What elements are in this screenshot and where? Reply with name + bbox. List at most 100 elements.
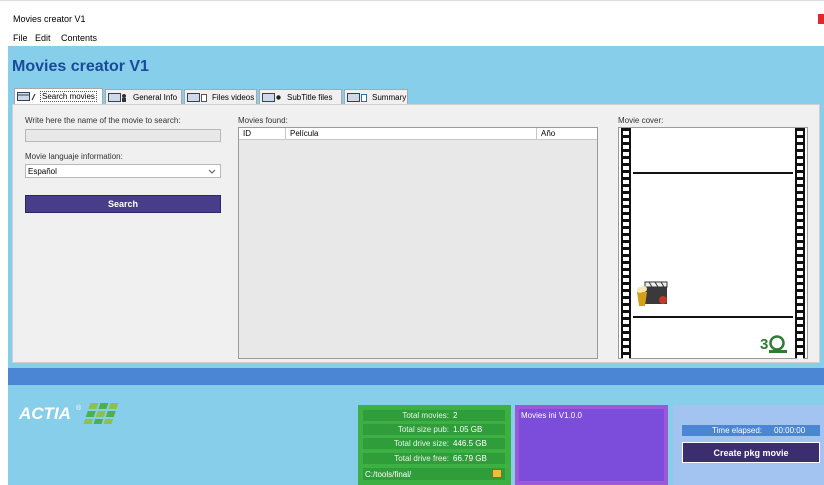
film-hole <box>797 243 803 247</box>
language-label: Movie languaje information: <box>25 152 123 161</box>
total-movies-row: Total movies: 2 <box>363 410 505 421</box>
svg-text:®: ® <box>76 404 82 412</box>
movies-grid[interactable]: ID Película Año <box>238 127 598 359</box>
film-hole <box>797 292 803 296</box>
film-hole <box>797 201 803 205</box>
ini-version-label: Movies ini V1.0.0 <box>521 411 582 420</box>
film-hole <box>623 131 629 135</box>
column-ano[interactable]: Año <box>537 128 599 140</box>
film-hole <box>623 285 629 289</box>
film-hole <box>797 341 803 345</box>
film-hole <box>623 264 629 268</box>
tab-label: SubTitle files <box>287 92 333 102</box>
chevron-down-icon <box>208 168 216 174</box>
menu-contents[interactable]: Contents <box>61 33 97 43</box>
search-tab-icon <box>17 92 37 101</box>
film-hole <box>797 313 803 317</box>
movie-name-label: Write here the name of the movie to sear… <box>25 116 181 125</box>
film-hole <box>797 173 803 177</box>
film-hole <box>623 159 629 163</box>
film-hole <box>797 306 803 310</box>
film-hole <box>623 201 629 205</box>
language-select[interactable]: Español <box>25 164 221 178</box>
folder-icon[interactable] <box>492 469 502 478</box>
film-hole <box>623 278 629 282</box>
film-hole <box>623 145 629 149</box>
film-hole <box>797 166 803 170</box>
film-hole <box>623 250 629 254</box>
time-elapsed-label: Time elapsed: <box>712 426 762 435</box>
film-hole <box>797 152 803 156</box>
total-size-value: 1.05 GB <box>453 425 483 434</box>
film-hole <box>623 327 629 331</box>
film-hole <box>797 334 803 338</box>
total-movies-value: 2 <box>453 411 458 420</box>
film-hole <box>623 271 629 275</box>
film-hole <box>797 264 803 268</box>
bottom-area: ACTIA ® Total movies: 2 Total size pub: … <box>8 385 824 485</box>
search-button[interactable]: Search <box>25 195 221 213</box>
film-hole <box>797 194 803 198</box>
movie-name-input[interactable] <box>25 129 221 142</box>
film-hole <box>797 138 803 142</box>
film-hole <box>623 194 629 198</box>
stats-panel: Total movies: 2 Total size pub: 1.05 GB … <box>358 405 511 485</box>
film-hole <box>797 320 803 324</box>
tab-summary[interactable]: Summary <box>344 89 408 104</box>
subtitle-files-icon <box>262 92 282 102</box>
film-hole <box>623 243 629 247</box>
status-bar <box>8 368 824 385</box>
tab-search-movies[interactable]: Search movies <box>14 88 103 104</box>
frame-divider-top <box>633 172 793 174</box>
film-hole <box>623 257 629 261</box>
film-hole <box>623 187 629 191</box>
column-id[interactable]: ID <box>239 128 286 140</box>
film-hole <box>797 327 803 331</box>
title-bar: Movies creator V1 <box>0 0 824 30</box>
total-size-label: Total size pub: <box>397 425 449 434</box>
tab-label: Summary <box>372 92 407 102</box>
film-hole <box>623 341 629 345</box>
film-hole <box>623 208 629 212</box>
app-header: Movies creator V1 <box>12 58 149 75</box>
film-hole <box>797 355 803 359</box>
output-path-value: C:/tools/final/ <box>365 469 412 479</box>
film-hole <box>797 208 803 212</box>
film-hole <box>623 320 629 324</box>
film-hole <box>623 222 629 226</box>
close-icon[interactable] <box>818 14 824 24</box>
menu-bar: File Edit Contents <box>0 30 824 46</box>
tab-files-videos[interactable]: Files videos <box>184 89 257 104</box>
film-hole <box>623 306 629 310</box>
film-hole <box>797 180 803 184</box>
ini-panel: Movies ini V1.0.0 <box>515 405 668 485</box>
summary-icon <box>347 92 367 102</box>
film-hole <box>797 222 803 226</box>
drive-size-label: Total drive size: <box>393 439 449 448</box>
drive-free-label: Total drive free: <box>394 454 449 463</box>
tab-subtitle-files[interactable]: SubTitle files <box>259 89 342 104</box>
tab-label: Files videos <box>212 92 255 102</box>
tab-general-info[interactable]: General Info <box>105 89 182 104</box>
film-strip-left <box>621 128 631 359</box>
film-hole <box>797 285 803 289</box>
film-hole <box>623 152 629 156</box>
actia-30-badge-icon: 3 <box>760 335 787 353</box>
menu-file[interactable]: File <box>13 33 28 43</box>
film-hole <box>623 166 629 170</box>
main-area: Movies creator V1 Search movies General … <box>8 46 824 368</box>
film-hole <box>623 299 629 303</box>
film-hole <box>797 250 803 254</box>
create-pkg-button[interactable]: Create pkg movie <box>682 442 820 463</box>
film-hole <box>623 355 629 359</box>
output-path-field[interactable]: C:/tools/final/ <box>363 468 505 480</box>
film-hole <box>623 138 629 142</box>
film-hole <box>623 348 629 352</box>
film-hole <box>623 215 629 219</box>
film-hole <box>797 271 803 275</box>
film-hole <box>797 348 803 352</box>
svg-text:3: 3 <box>760 336 768 353</box>
menu-edit[interactable]: Edit <box>35 33 51 43</box>
film-hole <box>797 229 803 233</box>
column-pelicula[interactable]: Película <box>286 128 537 140</box>
